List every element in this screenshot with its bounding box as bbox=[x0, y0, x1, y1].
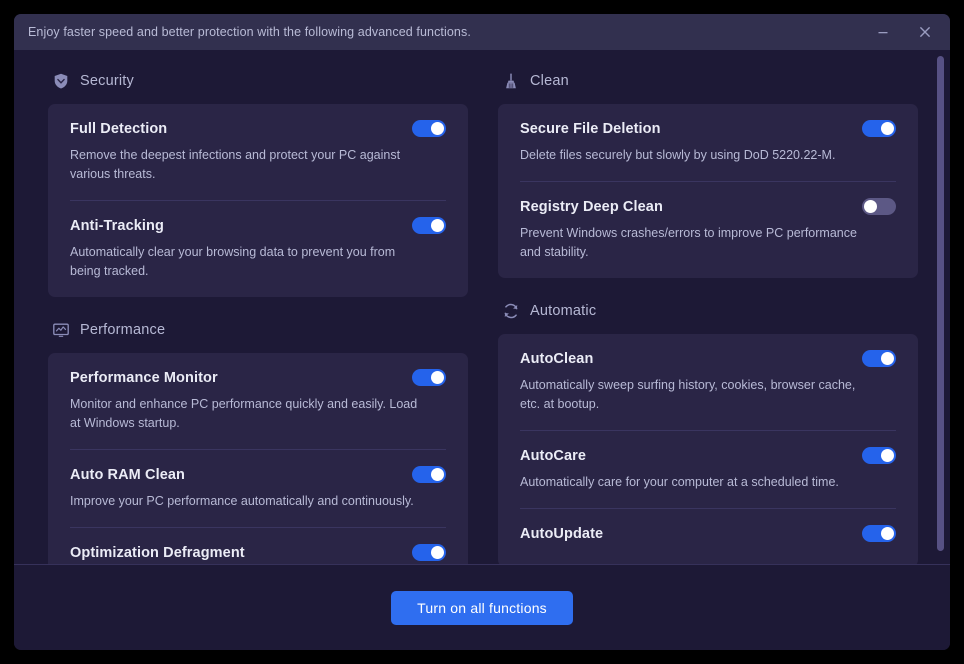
section-header-security: Security bbox=[48, 66, 468, 96]
feature-name: Performance Monitor bbox=[70, 369, 218, 386]
column-left: Security Full Detection Remove the deepe… bbox=[48, 66, 468, 564]
toggle-anti-tracking[interactable] bbox=[412, 217, 446, 234]
minimize-button[interactable] bbox=[862, 15, 904, 49]
toggle-knob bbox=[431, 122, 444, 135]
feature-name: Auto RAM Clean bbox=[70, 466, 185, 483]
feature-header: Anti-Tracking bbox=[70, 217, 446, 234]
feature-auto-ram-clean: Auto RAM Clean Improve your PC performan… bbox=[70, 449, 446, 527]
columns-layout: Security Full Detection Remove the deepe… bbox=[48, 66, 926, 564]
toggle-knob bbox=[431, 546, 444, 559]
feature-autoclean: AutoClean Automatically sweep surfing hi… bbox=[520, 334, 896, 430]
feature-secure-file-deletion: Secure File Deletion Delete files secure… bbox=[520, 104, 896, 181]
column-right: Clean Secure File Deletion Delete files … bbox=[498, 66, 918, 564]
feature-name: Full Detection bbox=[70, 120, 168, 137]
window-title: Enjoy faster speed and better protection… bbox=[28, 25, 471, 39]
toggle-knob bbox=[881, 122, 894, 135]
toggle-autoupdate[interactable] bbox=[862, 525, 896, 542]
feature-header: Performance Monitor bbox=[70, 369, 446, 386]
toggle-full-detection[interactable] bbox=[412, 120, 446, 137]
section-automatic: Automatic AutoClean Automatically sweep … bbox=[498, 296, 918, 564]
feature-card-performance: Performance Monitor Monitor and enhance … bbox=[48, 353, 468, 564]
feature-optimization-defragment: Optimization Defragment bbox=[70, 527, 446, 564]
feature-name: Registry Deep Clean bbox=[520, 198, 663, 215]
feature-performance-monitor: Performance Monitor Monitor and enhance … bbox=[70, 353, 446, 449]
vertical-scrollbar[interactable] bbox=[937, 56, 944, 558]
functions-content: Security Full Detection Remove the deepe… bbox=[14, 50, 950, 564]
performance-monitor-icon bbox=[51, 321, 70, 340]
toggle-knob bbox=[881, 527, 894, 540]
feature-description: Automatically clear your browsing data t… bbox=[70, 245, 396, 278]
toggle-knob bbox=[864, 200, 877, 213]
toggle-autoclean[interactable] bbox=[862, 350, 896, 367]
section-security: Security Full Detection Remove the deepe… bbox=[48, 66, 468, 297]
toggle-knob bbox=[431, 219, 444, 232]
scrollbar-thumb[interactable] bbox=[937, 56, 944, 551]
feature-name: Secure File Deletion bbox=[520, 120, 661, 137]
toggle-secure-file-deletion[interactable] bbox=[862, 120, 896, 137]
section-title: Automatic bbox=[530, 303, 597, 319]
toggle-knob bbox=[881, 352, 894, 365]
title-bar: Enjoy faster speed and better protection… bbox=[14, 14, 950, 50]
toggle-auto-ram-clean[interactable] bbox=[412, 466, 446, 483]
feature-description: Monitor and enhance PC performance quick… bbox=[70, 397, 418, 430]
turn-on-all-functions-button[interactable]: Turn on all functions bbox=[391, 590, 573, 625]
refresh-icon bbox=[501, 302, 520, 321]
feature-full-detection: Full Detection Remove the deepest infect… bbox=[70, 104, 446, 200]
section-header-automatic: Automatic bbox=[498, 296, 918, 326]
feature-description: Prevent Windows crashes/errors to improv… bbox=[520, 226, 857, 259]
feature-description: Automatically sweep surfing history, coo… bbox=[520, 378, 856, 411]
feature-anti-tracking: Anti-Tracking Automatically clear your b… bbox=[70, 200, 446, 297]
feature-description: Improve your PC performance automaticall… bbox=[70, 494, 414, 508]
section-title: Security bbox=[80, 73, 134, 89]
minimize-icon bbox=[878, 32, 888, 34]
close-button[interactable] bbox=[904, 15, 946, 49]
feature-name: AutoUpdate bbox=[520, 525, 604, 542]
feature-name: Anti-Tracking bbox=[70, 217, 164, 234]
section-header-performance: Performance bbox=[48, 315, 468, 345]
section-title: Clean bbox=[530, 73, 569, 89]
feature-header: Registry Deep Clean bbox=[520, 198, 896, 215]
feature-header: AutoClean bbox=[520, 350, 896, 367]
footer-bar: Turn on all functions bbox=[14, 564, 950, 650]
section-performance: Performance Performance Monitor Monitor … bbox=[48, 315, 468, 564]
feature-autocare: AutoCare Automatically care for your com… bbox=[520, 430, 896, 508]
feature-description: Remove the deepest infections and protec… bbox=[70, 148, 401, 181]
toggle-optimization-defragment[interactable] bbox=[412, 544, 446, 561]
feature-name: AutoCare bbox=[520, 447, 587, 464]
feature-card-clean: Secure File Deletion Delete files secure… bbox=[498, 104, 918, 278]
feature-header: AutoCare bbox=[520, 447, 896, 464]
scroll-region: Security Full Detection Remove the deepe… bbox=[14, 50, 950, 564]
toggle-autocare[interactable] bbox=[862, 447, 896, 464]
window-controls bbox=[862, 15, 946, 49]
broom-icon bbox=[501, 72, 520, 91]
toggle-knob bbox=[431, 371, 444, 384]
feature-description: Automatically care for your computer at … bbox=[520, 475, 839, 489]
feature-header: AutoUpdate bbox=[520, 525, 896, 542]
section-title: Performance bbox=[80, 322, 166, 338]
advanced-functions-window: Enjoy faster speed and better protection… bbox=[14, 14, 950, 650]
toggle-knob bbox=[431, 468, 444, 481]
section-clean: Clean Secure File Deletion Delete files … bbox=[498, 66, 918, 278]
toggle-knob bbox=[881, 449, 894, 462]
toggle-performance-monitor[interactable] bbox=[412, 369, 446, 386]
feature-header: Auto RAM Clean bbox=[70, 466, 446, 483]
feature-header: Optimization Defragment bbox=[70, 544, 446, 561]
feature-name: Optimization Defragment bbox=[70, 544, 245, 561]
feature-card-security: Full Detection Remove the deepest infect… bbox=[48, 104, 468, 297]
section-header-clean: Clean bbox=[498, 66, 918, 96]
feature-name: AutoClean bbox=[520, 350, 594, 367]
feature-description: Delete files securely but slowly by usin… bbox=[520, 148, 836, 162]
feature-header: Secure File Deletion bbox=[520, 120, 896, 137]
feature-autoupdate: AutoUpdate bbox=[520, 508, 896, 564]
shield-icon bbox=[51, 72, 70, 91]
close-icon bbox=[919, 26, 931, 38]
feature-registry-deep-clean: Registry Deep Clean Prevent Windows cras… bbox=[520, 181, 896, 278]
toggle-registry-deep-clean[interactable] bbox=[862, 198, 896, 215]
feature-header: Full Detection bbox=[70, 120, 446, 137]
feature-card-automatic: AutoClean Automatically sweep surfing hi… bbox=[498, 334, 918, 564]
